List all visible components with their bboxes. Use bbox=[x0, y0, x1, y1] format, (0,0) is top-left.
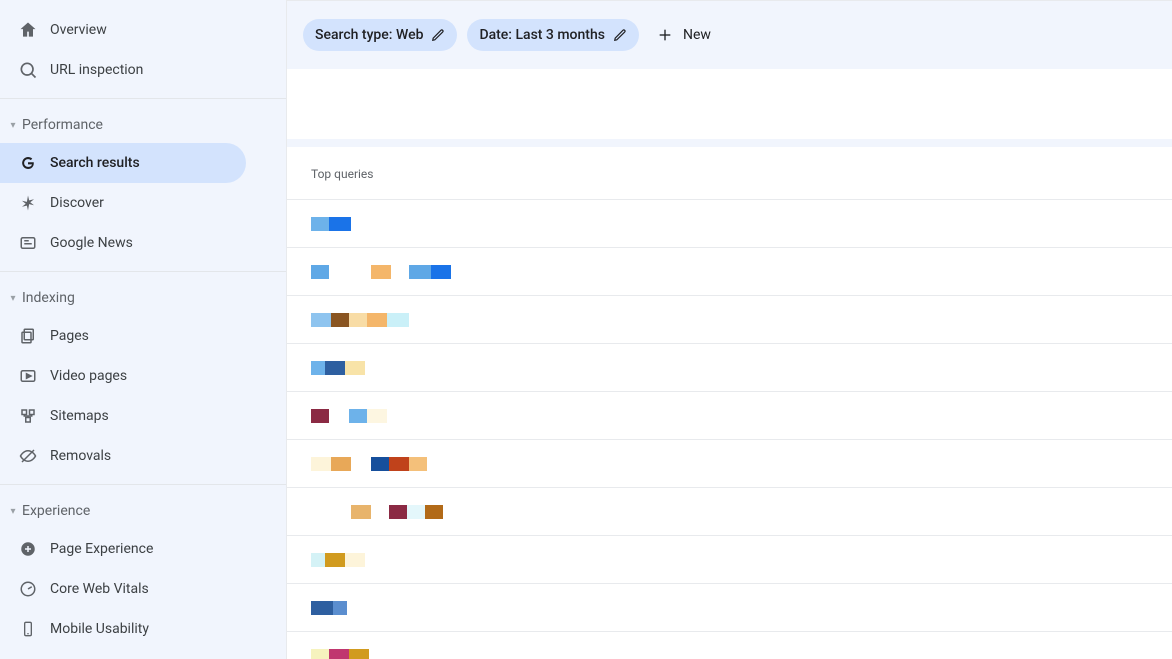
query-swatches bbox=[311, 553, 365, 567]
query-swatches bbox=[311, 409, 387, 423]
news-icon bbox=[16, 231, 40, 255]
new-filter-button[interactable]: New bbox=[649, 19, 719, 51]
chevron-down-icon: ▾ bbox=[4, 502, 22, 520]
table-header: Top queries bbox=[287, 147, 1172, 200]
sidebar-item-label: Page Experience bbox=[50, 541, 153, 557]
sidebar-item-mobile-usability[interactable]: Mobile Usability bbox=[0, 609, 286, 649]
sidebar-item-removals[interactable]: Removals bbox=[0, 436, 286, 476]
sidebar-item-core-web-vitals[interactable]: Core Web Vitals bbox=[0, 569, 286, 609]
table-row[interactable] bbox=[287, 200, 1172, 248]
search-icon bbox=[16, 58, 40, 82]
query-swatches bbox=[311, 457, 427, 471]
edit-icon bbox=[431, 28, 445, 42]
filter-chip-date[interactable]: Date: Last 3 months bbox=[467, 19, 639, 51]
sidebar-item-discover[interactable]: Discover bbox=[0, 183, 286, 223]
sidebar-item-overview[interactable]: Overview bbox=[0, 10, 286, 50]
filter-chip-search-type[interactable]: Search type: Web bbox=[303, 19, 457, 51]
query-swatches bbox=[311, 649, 369, 659]
asterisk-icon bbox=[16, 191, 40, 215]
pages-icon bbox=[16, 324, 40, 348]
main-content: Search type: Web Date: Last 3 months New bbox=[286, 0, 1172, 659]
query-swatches bbox=[311, 217, 351, 231]
chevron-down-icon: ▾ bbox=[4, 289, 22, 307]
queries-table bbox=[287, 200, 1172, 659]
query-swatches bbox=[311, 601, 347, 615]
video-icon bbox=[16, 364, 40, 388]
query-swatches bbox=[311, 505, 443, 519]
google-icon bbox=[16, 151, 40, 175]
sidebar-item-label: Pages bbox=[50, 328, 89, 344]
query-swatches bbox=[311, 313, 409, 327]
sidebar-item-label: Discover bbox=[50, 195, 104, 211]
table-row[interactable] bbox=[287, 632, 1172, 659]
chip-label: Date: Last 3 months bbox=[479, 27, 605, 43]
sidebar-item-label: URL inspection bbox=[50, 62, 143, 78]
sidebar-item-google-news[interactable]: Google News bbox=[0, 223, 286, 263]
query-swatches bbox=[311, 361, 365, 375]
table-row[interactable] bbox=[287, 440, 1172, 488]
sidebar-item-label: Search results bbox=[50, 155, 140, 171]
sidebar-item-label: Removals bbox=[50, 448, 111, 464]
edit-icon bbox=[613, 28, 627, 42]
plus-circle-icon bbox=[16, 537, 40, 561]
sidebar-item-label: Video pages bbox=[50, 368, 127, 384]
mobile-icon bbox=[16, 617, 40, 641]
sidebar-item-sitemaps[interactable]: Sitemaps bbox=[0, 396, 286, 436]
chevron-down-icon: ▾ bbox=[4, 116, 22, 134]
sidebar-item-label: Google News bbox=[50, 235, 133, 251]
column-header-top-queries: Top queries bbox=[311, 167, 373, 181]
query-swatches bbox=[311, 265, 451, 279]
sidebar-item-label: Overview bbox=[50, 22, 107, 38]
sidebar-item-label: Mobile Usability bbox=[50, 621, 149, 637]
table-row[interactable] bbox=[287, 344, 1172, 392]
table-row[interactable] bbox=[287, 392, 1172, 440]
filter-bar: Search type: Web Date: Last 3 months New bbox=[287, 0, 1172, 69]
sidebar-section-indexing[interactable]: ▾ Indexing bbox=[0, 280, 286, 316]
plus-icon bbox=[657, 27, 673, 43]
eye-off-icon bbox=[16, 444, 40, 468]
sidebar-item-label: Core Web Vitals bbox=[50, 581, 149, 597]
chart-panel bbox=[287, 69, 1172, 139]
sidebar-item-search-results[interactable]: Search results bbox=[0, 143, 246, 183]
sidebar-section-label: Experience bbox=[22, 503, 90, 519]
sidebar-item-pages[interactable]: Pages bbox=[0, 316, 286, 356]
sidebar-section-label: Performance bbox=[22, 117, 103, 133]
sidebar: Overview URL inspection ▾ Performance Se… bbox=[0, 0, 286, 659]
chip-label: Search type: Web bbox=[315, 27, 423, 43]
sidebar-item-url-inspection[interactable]: URL inspection bbox=[0, 50, 286, 90]
table-row[interactable] bbox=[287, 248, 1172, 296]
table-row[interactable] bbox=[287, 536, 1172, 584]
sidebar-item-page-experience[interactable]: Page Experience bbox=[0, 529, 286, 569]
sidebar-section-performance[interactable]: ▾ Performance bbox=[0, 107, 286, 143]
home-icon bbox=[16, 18, 40, 42]
table-row[interactable] bbox=[287, 584, 1172, 632]
new-label: New bbox=[683, 27, 711, 43]
sidebar-item-video-pages[interactable]: Video pages bbox=[0, 356, 286, 396]
sitemap-icon bbox=[16, 404, 40, 428]
sidebar-section-experience[interactable]: ▾ Experience bbox=[0, 493, 286, 529]
sidebar-section-label: Indexing bbox=[22, 290, 75, 306]
gauge-icon bbox=[16, 577, 40, 601]
sidebar-item-label: Sitemaps bbox=[50, 408, 109, 424]
table-row[interactable] bbox=[287, 488, 1172, 536]
table-row[interactable] bbox=[287, 296, 1172, 344]
